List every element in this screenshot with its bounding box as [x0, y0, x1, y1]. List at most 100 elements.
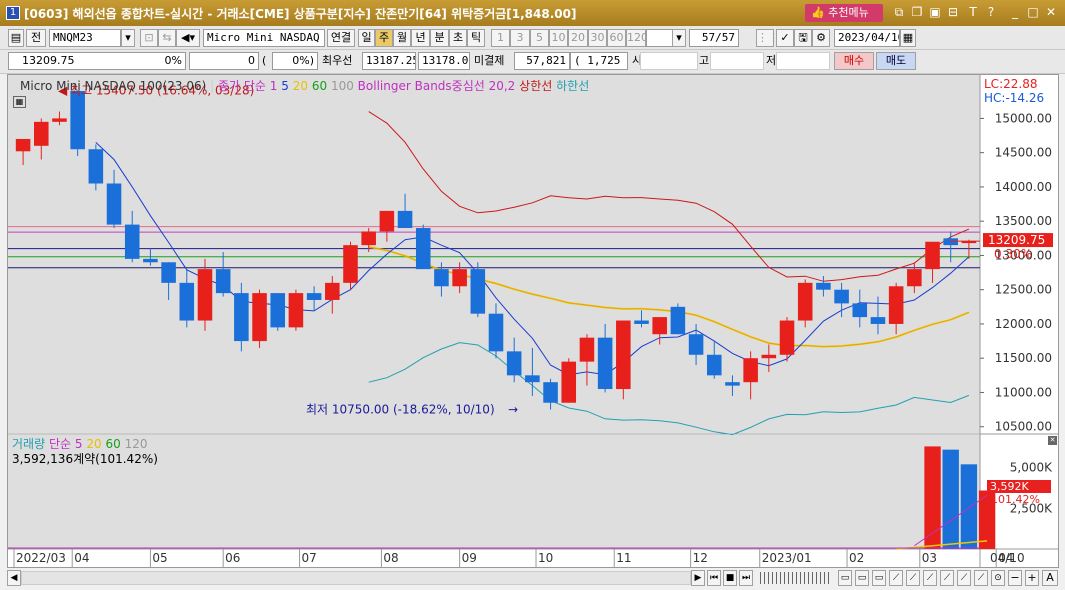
candle — [797, 282, 813, 321]
candle — [506, 351, 522, 376]
price-tick-label: 11500.00 — [995, 351, 1052, 365]
candle — [161, 262, 176, 283]
gear-icon[interactable]: ⚙ — [812, 29, 830, 47]
grid-icon[interactable]: ⋮⋮ — [756, 29, 779, 47]
swap-icon[interactable]: ⇆ — [158, 29, 176, 47]
legend-ma-20: 20 — [292, 79, 308, 93]
link-icon[interactable]: ⧉ — [892, 5, 906, 19]
link-button[interactable]: 연결 — [327, 29, 355, 47]
price-chart[interactable]: 10500.00 11000.00 11500.00 12000.00 12500.00… — [8, 75, 1058, 567]
interval-button-10[interactable]: 10 — [549, 29, 568, 47]
draw-trend-icon[interactable]: ⟋ — [906, 570, 920, 586]
chart-area[interactable]: 10500.00 11000.00 11500.00 12000.00 12500.00… — [7, 74, 1059, 568]
candle — [852, 303, 868, 318]
draw-channel-icon[interactable]: ⟋ — [923, 570, 937, 586]
period-button-2[interactable]: 월 — [393, 29, 411, 47]
minimize-icon[interactable]: _ — [1008, 5, 1022, 19]
scroll-left-icon[interactable]: ◀ — [7, 570, 21, 586]
chart-settings-icon[interactable]: ▦ — [13, 96, 26, 108]
volume-panel-close-icon[interactable]: ✕ — [1048, 436, 1057, 445]
text-icon[interactable]: T — [966, 5, 980, 19]
horizontal-scrollbar[interactable] — [21, 571, 691, 585]
chevron-down-icon[interactable]: ▾ — [121, 29, 135, 47]
price-legend: Micro Mini NASDAQ 100(23.06) | 종가 단순 1 5… — [20, 79, 590, 93]
interval-dropdown-icon[interactable]: ▾ — [672, 29, 686, 47]
rewind-icon[interactable]: ⏮ — [707, 570, 721, 586]
interval-button-30[interactable]: 30 — [588, 29, 607, 47]
code-search-icon[interactable]: ▤ — [8, 29, 24, 47]
interval-button-1[interactable]: 1 — [491, 29, 510, 47]
candle — [816, 282, 831, 290]
period-button-0[interactable]: 일 — [358, 29, 375, 47]
code-input[interactable]: MNQM23 — [49, 29, 121, 47]
candle — [70, 91, 85, 150]
x-tick-label: 12 — [693, 551, 708, 565]
candle — [907, 269, 922, 287]
interval-button-120[interactable]: 120 — [626, 29, 648, 47]
draw-extend-icon[interactable]: ⟋ — [974, 570, 988, 586]
volume-ma-120: 120 — [124, 437, 148, 451]
x-tick-label: 10 — [538, 551, 553, 565]
candle — [88, 149, 104, 184]
close-icon[interactable]: ✕ — [1044, 5, 1058, 19]
period-button-3[interactable]: 년 — [411, 29, 430, 47]
interval-button-5[interactable]: 5 — [530, 29, 549, 47]
interval-button-60[interactable]: 60 — [607, 29, 626, 47]
layout-icon[interactable]: ▣ — [928, 5, 942, 19]
x-tick-label: 05 — [152, 551, 167, 565]
copy-icon[interactable]: ❐ — [910, 5, 924, 19]
save-icon[interactable]: 🖫 — [794, 29, 812, 47]
scroll-right-icon[interactable]: ▶ — [691, 570, 705, 586]
zoom-fit-icon[interactable]: ▭ — [838, 570, 852, 586]
fast-forward-icon[interactable]: ⏭ — [739, 570, 753, 586]
best-ask-value: 13187.25 — [362, 52, 416, 70]
buy-button[interactable]: 매수 — [834, 52, 874, 70]
date-input[interactable]: 2023/04/10 — [834, 29, 900, 47]
price-tick-label: 12500.00 — [995, 283, 1052, 297]
high-label: 고 — [699, 54, 710, 67]
x-tick-label: 08 — [383, 551, 398, 565]
period-button-5[interactable]: 초 — [449, 29, 467, 47]
candle — [706, 354, 722, 376]
lock-icon[interactable]: ⊡ — [140, 29, 158, 47]
help-icon[interactable]: ? — [984, 5, 998, 19]
calendar-icon[interactable]: ▦ — [900, 29, 916, 47]
zoom-in-icon[interactable]: + — [1025, 570, 1039, 586]
auto-scale-button[interactable]: A — [1042, 570, 1058, 586]
candle — [124, 224, 140, 259]
interval-button-20[interactable]: 20 — [568, 29, 588, 47]
open-interest-label: 미결제 — [474, 54, 505, 67]
recommend-menu-button[interactable]: 👍 추천메뉴 — [805, 4, 883, 22]
candle — [870, 317, 886, 324]
sell-button[interactable]: 매도 — [876, 52, 916, 70]
checkmark-icon[interactable]: ✓ — [776, 29, 794, 47]
speaker-icon[interactable]: ◀▾ — [176, 29, 200, 47]
candle — [106, 183, 122, 225]
restore-icon[interactable]: □ — [1026, 5, 1040, 19]
draw-line-icon[interactable]: ⟋ — [889, 570, 903, 586]
legend-title: Micro Mini NASDAQ 100(23.06) — [20, 79, 207, 93]
hc-label: HC:-14.26 — [984, 91, 1045, 105]
candle — [761, 354, 777, 359]
x-tick-label: 04 — [74, 551, 89, 565]
period-button-1[interactable]: 주 — [375, 29, 393, 47]
zoom-view-icon[interactable]: ⊙ — [991, 570, 1005, 586]
current-price-label: 13209.75 — [988, 233, 1045, 247]
stop-icon[interactable]: ■ — [723, 570, 737, 586]
page-counter: 57/57 — [689, 29, 739, 47]
speed-slider[interactable] — [760, 572, 830, 584]
x-tick-label: 2022/03 — [16, 551, 66, 565]
low-label: 저 — [766, 54, 777, 67]
window-split-icon[interactable]: ⊟ — [946, 5, 960, 19]
period-button-4[interactable]: 분 — [430, 29, 449, 47]
prev-button[interactable]: 전 — [26, 29, 46, 47]
period-button-6[interactable]: 틱 — [467, 29, 485, 47]
x-tick-label: 09 — [462, 551, 477, 565]
zoom-out-icon[interactable]: − — [1008, 570, 1022, 586]
period-icon[interactable]: ▭ — [872, 570, 886, 586]
zoom-box-icon[interactable]: ▭ — [855, 570, 869, 586]
draw-ray-icon[interactable]: ⟋ — [957, 570, 971, 586]
draw-fib-icon[interactable]: ⟋ — [940, 570, 954, 586]
candle — [270, 293, 286, 328]
interval-button-3[interactable]: 3 — [510, 29, 530, 47]
